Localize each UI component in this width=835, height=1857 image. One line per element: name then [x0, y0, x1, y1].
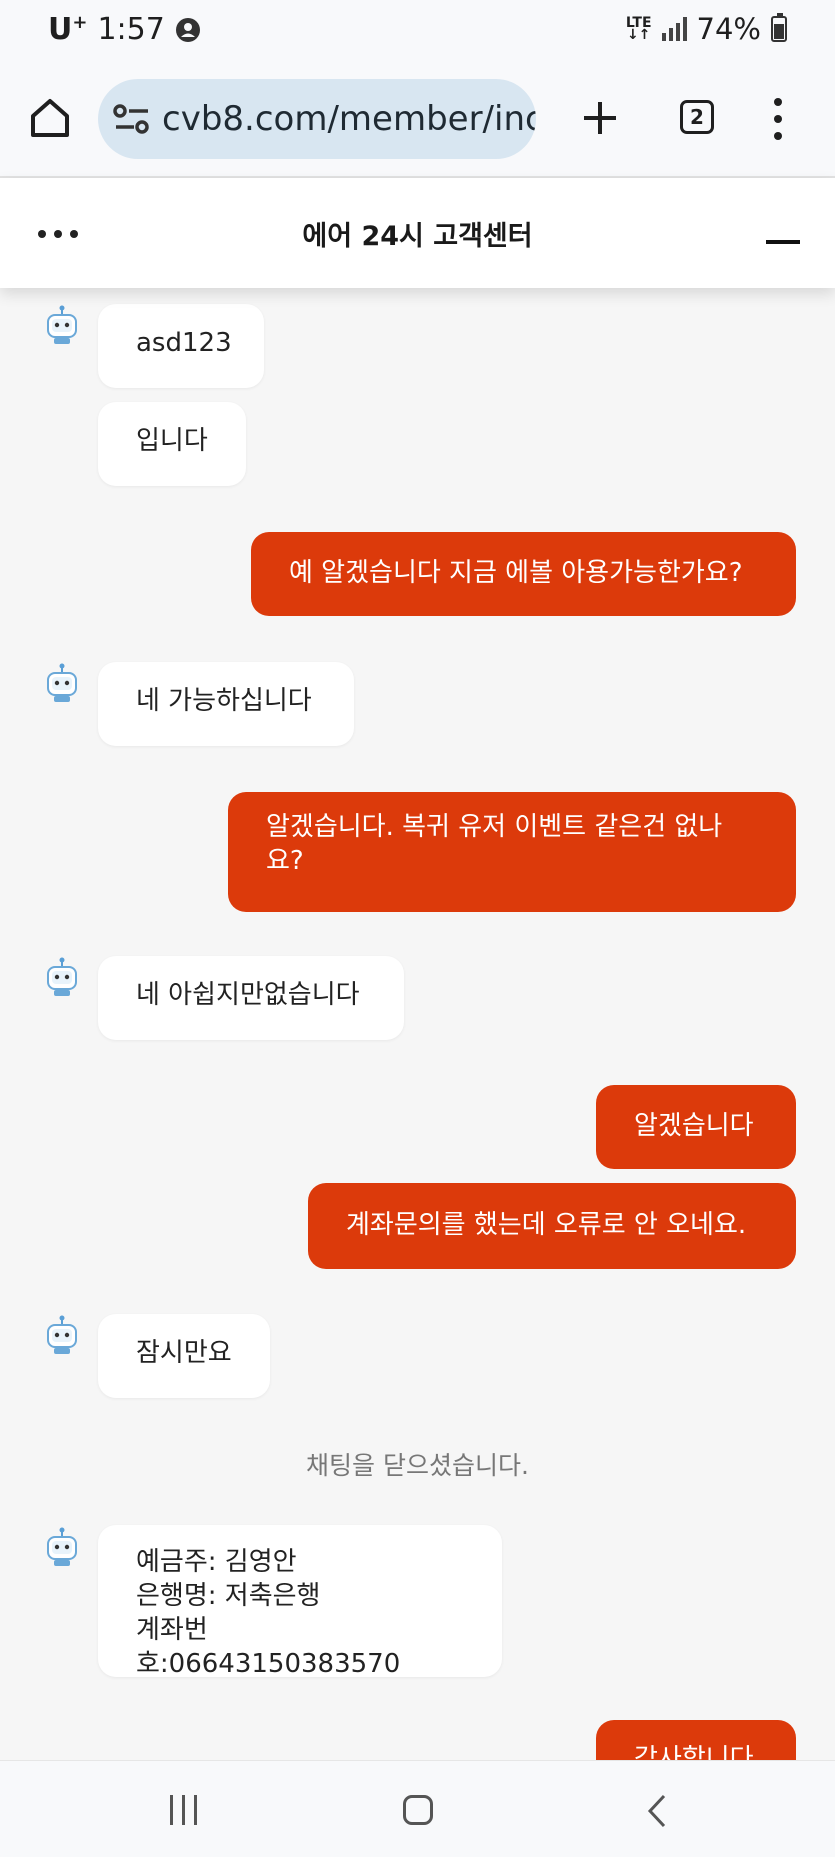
bot-avatar-icon	[47, 957, 77, 996]
site-settings-icon[interactable]	[112, 101, 152, 137]
bot-message: 네 아쉽지만없습니다	[98, 956, 404, 1040]
bot-avatar-icon	[47, 1315, 77, 1354]
nav-recent-icon[interactable]	[170, 1795, 197, 1825]
bot-message: 입니다	[98, 402, 246, 486]
bot-avatar-icon	[47, 1527, 77, 1566]
plus-icon[interactable]	[580, 98, 620, 138]
message-line: 계좌번호:06643150383570	[136, 1615, 401, 1679]
message-line: 은행명: 저축은행	[136, 1581, 321, 1611]
browser-toolbar: cvb8.com/member/inc 2	[0, 62, 835, 178]
tab-switcher-icon[interactable]: 2	[680, 100, 714, 134]
message-line: 예금주: 김영안	[136, 1547, 297, 1577]
nav-home-icon[interactable]	[403, 1795, 433, 1825]
bot-message: 예금주: 김영안 은행명: 저축은행 계좌번호:06643150383570	[98, 1525, 502, 1679]
signal-icon	[661, 17, 687, 41]
chat-header: 에어 24시 고객센터	[0, 178, 835, 288]
clock: 1:57	[97, 12, 165, 47]
bot-avatar-icon	[47, 663, 77, 702]
bot-message: asd123	[98, 304, 264, 388]
status-bar: U+ 1:57 LTE ↓↑ 74%	[0, 0, 835, 62]
battery-percent: 74%	[696, 12, 761, 46]
more-vert-icon[interactable]	[768, 98, 788, 140]
user-message: 알겠습니다	[596, 1085, 796, 1169]
system-notice: 채팅을 닫으셨습니다.	[306, 1451, 529, 1480]
url-text: cvb8.com/member/inc	[162, 99, 536, 139]
battery-icon	[771, 13, 787, 42]
address-bar[interactable]: cvb8.com/member/inc	[98, 79, 536, 159]
bot-message: 잠시만요	[98, 1314, 270, 1398]
user-message: 예 알겠습니다 지금 에볼 아용가능한가요?	[251, 532, 796, 616]
network-type: LTE ↓↑	[625, 15, 652, 43]
bot-message: 네 가능하십니다	[98, 662, 354, 746]
account-circle-icon	[175, 17, 200, 42]
minimize-icon[interactable]	[766, 240, 800, 244]
carrier-label: U+	[48, 12, 88, 47]
user-message: 계좌문의를 했는데 오류로 안 오네요.	[308, 1183, 796, 1269]
user-message: 알겠습니다. 복귀 유저 이벤트 같은건 없나 요?	[228, 792, 796, 912]
home-icon[interactable]	[28, 96, 72, 140]
chat-title: 에어 24시 고객센터	[302, 221, 533, 252]
message-line: 알겠습니다. 복귀 유저 이벤트 같은건 없나	[266, 812, 723, 842]
bot-avatar-icon	[47, 305, 77, 344]
message-line: 요?	[266, 846, 304, 876]
nav-back-icon[interactable]	[640, 1793, 676, 1829]
system-nav-bar	[0, 1760, 835, 1857]
